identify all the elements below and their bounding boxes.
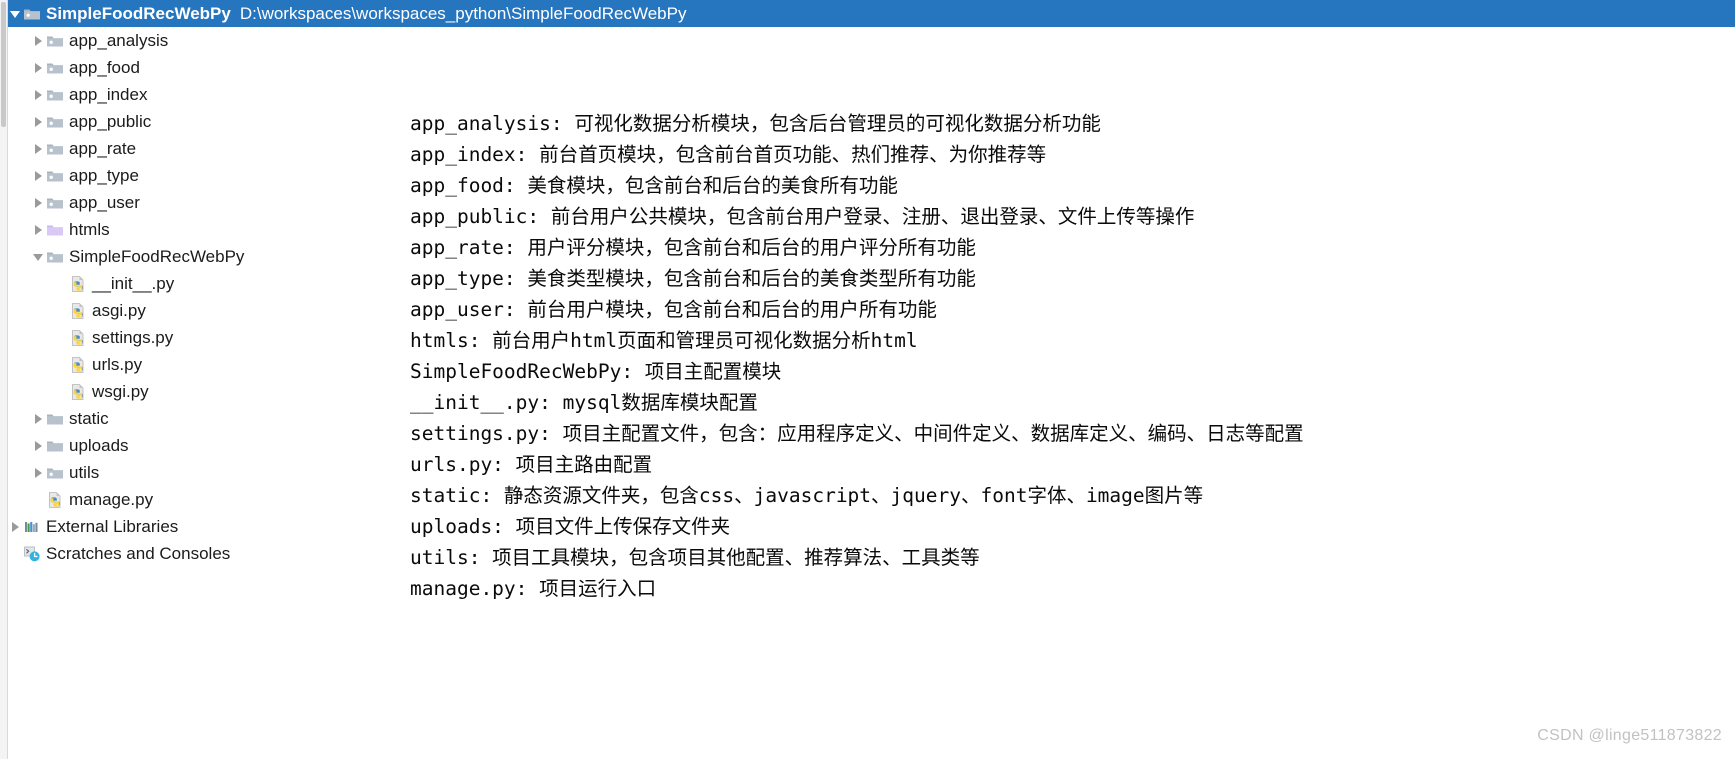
scratches-icon [23,545,41,563]
chevron-right-icon[interactable] [31,222,46,237]
scrollbar-thumb[interactable] [1,2,6,127]
description-line: app_food: 美食模块，包含前台和后台的美食所有功能 [410,174,898,197]
no-chevron-spacer [31,492,46,507]
tree-item-label: settings.py [92,328,174,347]
chevron-right-icon[interactable] [31,33,46,48]
tree-item-label: SimpleFoodRecWebPy [69,247,245,266]
python-file-icon [69,329,87,347]
module-folder-icon [46,86,64,104]
scroll-gutter[interactable] [0,0,8,759]
description-line: settings.py: 项目主配置文件，包含：应用程序定义、中间件定义、数据库… [410,422,1304,445]
no-chevron-spacer [8,546,23,561]
python-file-icon [69,383,87,401]
chevron-right-icon[interactable] [31,168,46,183]
no-chevron-spacer [54,384,69,399]
project-root-path: D:\workspaces\workspaces_python\SimpleFo… [239,3,687,23]
python-file-icon [69,356,87,374]
module-folder-icon [46,194,64,212]
description-line: app_rate: 用户评分模块，包含前台和后台的用户评分所有功能 [410,236,976,259]
tree-item-label: External Libraries [46,517,179,536]
chevron-right-icon[interactable] [31,60,46,75]
module-folder-icon [46,167,64,185]
description-line: uploads: 项目文件上传保存文件夹 [410,515,731,538]
description-line: app_public: 前台用户公共模块，包含前台用户登录、注册、退出登录、文件… [410,205,1195,228]
chevron-down-icon[interactable] [31,249,46,264]
module-folder-icon [46,248,64,266]
tree-item-label: app_analysis [69,31,169,50]
module-folder-icon [23,5,41,23]
tree-item-label: app_type [69,166,139,185]
tree-item-label: uploads [69,436,129,455]
tree-row[interactable]: app_index [8,81,768,108]
description-line: utils: 项目工具模块，包含项目其他配置、推荐算法、工具类等 [410,546,980,569]
description-line: urls.py: 项目主路由配置 [410,453,653,476]
chevron-right-icon[interactable] [31,411,46,426]
python-file-icon [69,275,87,293]
project-root-label: SimpleFoodRecWebPy [46,4,231,23]
description-line: app_analysis: 可视化数据分析模块，包含后台管理员的可视化数据分析功… [410,112,1101,135]
tree-item-label: app_food [69,58,140,77]
chevron-down-icon[interactable] [8,6,23,21]
description-line: htmls: 前台用户html页面和管理员可视化数据分析html [410,329,918,352]
python-file-icon [46,491,64,509]
template-folder-icon [46,221,64,239]
tree-item-label: app_public [69,112,152,131]
description-line: static: 静态资源文件夹，包含css、javascript、jquery、… [410,484,1204,507]
description-line: SimpleFoodRecWebPy: 项目主配置模块 [410,360,782,383]
tree-item-label: wsgi.py [92,382,149,401]
folder-icon [46,437,64,455]
chevron-right-icon[interactable] [31,465,46,480]
chevron-right-icon[interactable] [31,195,46,210]
description-line: app_type: 美食类型模块，包含前台和后台的美食类型所有功能 [410,267,976,290]
description-block: app_analysis: 可视化数据分析模块，包含后台管理员的可视化数据分析功… [410,108,1710,604]
watermark: CSDN @linge511873822 [1537,727,1722,744]
module-folder-icon [46,140,64,158]
chevron-right-icon[interactable] [8,519,23,534]
description-line: __init__.py: mysql数据库模块配置 [410,391,758,414]
description-line: app_index: 前台首页模块，包含前台首页功能、热们推荐、为你推荐等 [410,143,1047,166]
chevron-right-icon[interactable] [31,438,46,453]
module-folder-icon [46,32,64,50]
tree-item-label: static [69,409,109,428]
tree-row-project-root[interactable]: SimpleFoodRecWebPy D:\workspaces\workspa… [8,0,1735,27]
tree-item-label: app_user [69,193,140,212]
tree-item-label: utils [69,463,100,482]
tree-item-label: manage.py [69,490,154,509]
no-chevron-spacer [54,303,69,318]
tree-item-label: htmls [69,220,110,239]
description-line: app_user: 前台用户模块，包含前台和后台的用户所有功能 [410,298,937,321]
tree-row[interactable]: app_analysis [8,27,768,54]
python-file-icon [69,302,87,320]
no-chevron-spacer [54,330,69,345]
tree-item-label: Scratches and Consoles [46,544,231,563]
description-line: manage.py: 项目运行入口 [410,577,657,600]
no-chevron-spacer [54,357,69,372]
chevron-right-icon[interactable] [31,141,46,156]
tree-item-label: __init__.py [92,274,175,293]
tree-row[interactable]: app_food [8,54,768,81]
chevron-right-icon[interactable] [31,87,46,102]
tree-item-label: app_rate [69,139,137,158]
module-folder-icon [46,59,64,77]
module-folder-icon [46,464,64,482]
tree-item-label: app_index [69,85,148,104]
chevron-right-icon[interactable] [31,114,46,129]
tree-item-label: urls.py [92,355,143,374]
module-folder-icon [46,113,64,131]
tree-item-label: asgi.py [92,301,146,320]
external-libraries-icon [23,518,41,536]
no-chevron-spacer [54,276,69,291]
folder-icon [46,410,64,428]
